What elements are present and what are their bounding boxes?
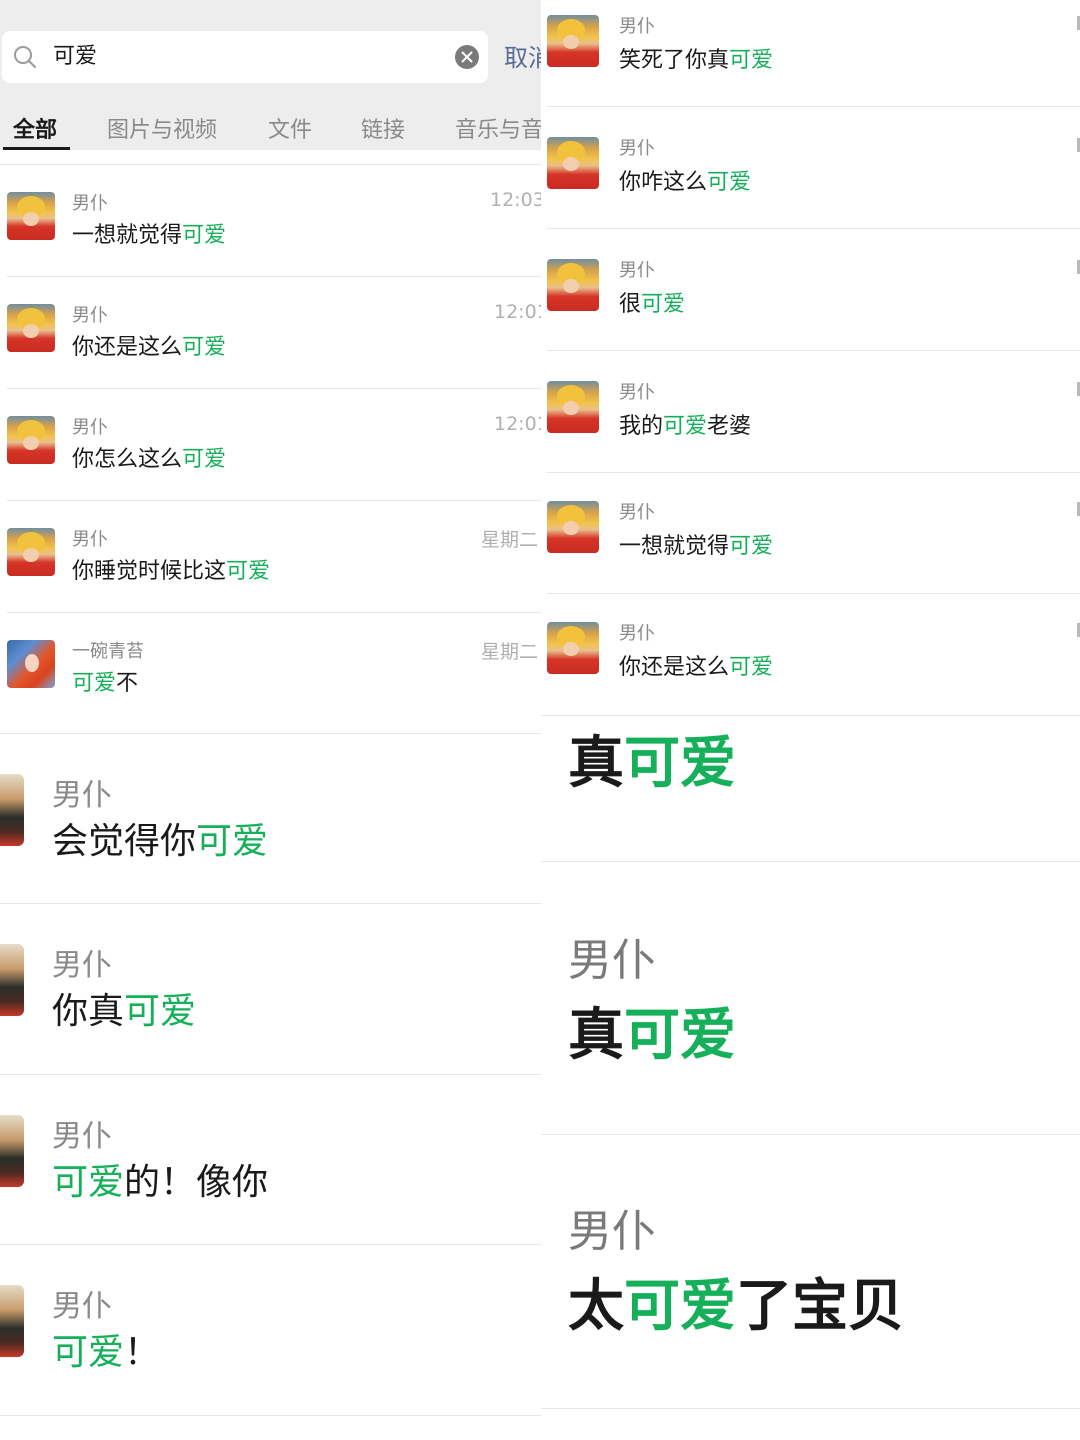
bear-costume-avatar <box>0 1285 24 1357</box>
result-row[interactable]: 男仆 可爱！ <box>0 1245 541 1415</box>
result-sender: 男仆 <box>72 417 108 438</box>
result-row[interactable]: 男仆 我的可爱老婆 <box>541 351 1080 472</box>
result-message: 会觉得你可爱 <box>52 821 269 862</box>
result-row[interactable]: 男仆 你怎么这么可爱 12:01 <box>0 389 541 501</box>
result-row[interactable]: 男仆 一想就觉得可爱 12:03 <box>0 165 541 277</box>
result-time: 星期二 <box>481 529 539 551</box>
bear-costume-avatar <box>0 1115 24 1187</box>
bear-costume-avatar <box>547 622 599 674</box>
bear-costume-avatar <box>547 137 599 189</box>
result-message: 我的可爱老婆 <box>619 414 752 439</box>
result-sender: 男仆 <box>619 623 655 644</box>
result-sender: 男仆 <box>568 935 656 986</box>
result-row[interactable]: 男仆 会觉得你可爱 <box>0 734 541 904</box>
result-message: 你怎么这么可爱 <box>72 447 227 472</box>
result-message: 你真可爱 <box>52 991 197 1032</box>
divider <box>541 1408 1080 1409</box>
result-sender: 男仆 <box>568 1206 656 1257</box>
result-message: 可爱不 <box>72 671 139 696</box>
result-sender: 一碗青苔 <box>72 641 144 662</box>
result-row[interactable]: 男仆 你还是这么可爱 <box>541 594 1080 715</box>
result-time: 星期二 <box>481 641 539 663</box>
result-sender: 男仆 <box>52 1119 112 1154</box>
result-sender: 男仆 <box>52 778 112 813</box>
zoomed-results-right: 真可爱 男仆 真可爱 男仆 太可爱了宝贝 <box>541 716 1080 1440</box>
bear-costume-avatar <box>0 944 24 1016</box>
result-sender: 男仆 <box>619 138 655 159</box>
result-time: 12:03 <box>490 189 541 211</box>
result-row[interactable]: 男仆 你还是这么可爱 12:01 <box>0 277 541 389</box>
result-row[interactable]: 男仆 太可爱了宝贝 <box>541 1135 1080 1407</box>
result-row[interactable]: 男仆 你真可爱 <box>0 904 541 1074</box>
search-box[interactable] <box>2 31 488 83</box>
search-results-continued: 男仆 笑死了你真可爱 男仆 你咋这么可爱 男仆 很可爱 男仆 我的可爱老婆 男仆… <box>541 0 1080 716</box>
result-message: 一想就觉得可爱 <box>619 534 774 559</box>
clear-search-icon[interactable] <box>455 45 479 69</box>
result-sender: 男仆 <box>619 260 655 281</box>
search-results-screen: 取消 全部 图片与视频 文件 链接 音乐与音频 男仆 一想就觉得可爱 12:03… <box>0 0 541 733</box>
result-message: 太可爱了宝贝 <box>568 1274 904 1339</box>
result-message: 你还是这么可爱 <box>72 335 227 360</box>
search-header: 取消 全部 图片与视频 文件 链接 音乐与音频 <box>0 0 541 150</box>
result-time: 12:01 <box>494 301 541 323</box>
bear-costume-avatar <box>547 381 599 433</box>
result-sender: 男仆 <box>52 1289 112 1324</box>
search-icon <box>12 44 38 70</box>
result-row[interactable]: 男仆 你睡觉时候比这可爱 星期二 <box>0 501 541 613</box>
result-message: 可爱的！像你 <box>52 1162 269 1203</box>
bear-costume-avatar <box>7 528 55 576</box>
result-message: 可爱！ <box>52 1332 161 1373</box>
result-row[interactable]: 男仆 真可爱 <box>541 862 1080 1134</box>
bear-costume-avatar <box>547 15 599 67</box>
result-sender: 男仆 <box>619 502 655 523</box>
bear-costume-avatar <box>7 304 55 352</box>
result-sender: 男仆 <box>72 305 108 326</box>
divider <box>0 1415 541 1416</box>
result-message: 你还是这么可爱 <box>619 655 774 680</box>
result-sender: 男仆 <box>52 948 112 983</box>
result-message: 真可爱 <box>568 731 736 796</box>
result-sender: 男仆 <box>619 16 655 37</box>
result-row[interactable]: 男仆 你咋这么可爱 <box>541 107 1080 228</box>
result-row[interactable]: 男仆 笑死了你真可爱 <box>541 0 1080 106</box>
result-message: 真可爱 <box>568 1003 736 1068</box>
result-row[interactable]: 男仆 可爱的！像你 <box>0 1075 541 1245</box>
filter-tabs: 全部 图片与视频 文件 链接 音乐与音频 <box>0 100 541 150</box>
result-message: 笑死了你真可爱 <box>619 48 774 73</box>
tab-music-audio[interactable]: 音乐与音频 <box>455 112 541 144</box>
result-message: 很可爱 <box>619 292 686 317</box>
bear-costume-avatar <box>547 259 599 311</box>
result-row[interactable]: 一碗青苔 可爱不 星期二 <box>0 613 541 725</box>
result-sender: 男仆 <box>72 193 108 214</box>
bear-costume-avatar <box>7 416 55 464</box>
cancel-button[interactable]: 取消 <box>504 38 541 73</box>
bear-costume-avatar <box>7 192 55 240</box>
result-time: 12:01 <box>494 413 541 435</box>
active-tab-indicator <box>3 147 70 150</box>
zoomed-results-left: 男仆 会觉得你可爱 男仆 你真可爱 男仆 可爱的！像你 男仆 可爱！ <box>0 733 541 1440</box>
result-message: 你睡觉时候比这可爱 <box>72 559 271 584</box>
result-message: 一想就觉得可爱 <box>72 223 227 248</box>
tab-links[interactable]: 链接 <box>361 112 405 144</box>
tab-all[interactable]: 全部 <box>13 112 57 144</box>
result-row[interactable]: 男仆 一想就觉得可爱 <box>541 473 1080 594</box>
bear-costume-avatar <box>0 774 24 846</box>
result-row[interactable]: 真可爱 <box>541 716 1080 861</box>
red-hair-avatar <box>7 640 55 688</box>
result-message: 你咋这么可爱 <box>619 170 752 195</box>
result-sender: 男仆 <box>619 382 655 403</box>
result-sender: 男仆 <box>72 529 108 550</box>
bear-costume-avatar <box>547 501 599 553</box>
tab-files[interactable]: 文件 <box>268 112 312 144</box>
result-row[interactable]: 男仆 很可爱 <box>541 229 1080 350</box>
tab-images-videos[interactable]: 图片与视频 <box>107 112 217 144</box>
search-input[interactable] <box>53 39 433 75</box>
